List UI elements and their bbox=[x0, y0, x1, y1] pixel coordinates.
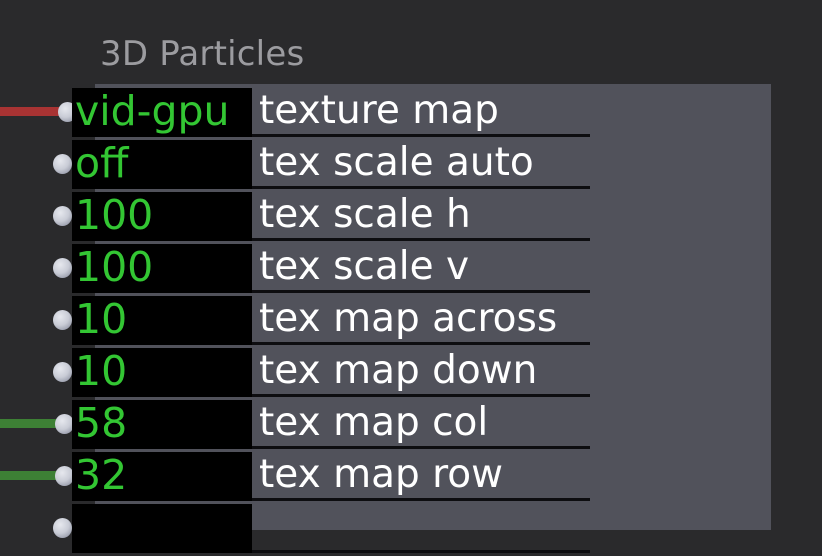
parameter-label-text: tex map down bbox=[259, 348, 538, 393]
value-field[interactable]: off bbox=[72, 140, 252, 189]
label-underline bbox=[252, 498, 590, 501]
parameter-row: 32 tex map row bbox=[0, 452, 822, 504]
label-underline bbox=[252, 394, 590, 397]
value-text: 58 bbox=[75, 400, 128, 447]
parameter-row: vid-gpu texture map bbox=[0, 88, 822, 140]
label-underline bbox=[252, 186, 590, 189]
parameter-row: off tex scale auto bbox=[0, 140, 822, 192]
parameter-label-text: texture map bbox=[259, 88, 499, 133]
slider-track[interactable] bbox=[0, 107, 62, 116]
value-field[interactable]: 58 bbox=[72, 400, 252, 449]
slider-knob[interactable] bbox=[53, 258, 72, 278]
value-text: 10 bbox=[75, 296, 128, 343]
value-field[interactable] bbox=[72, 504, 252, 553]
slider-knob[interactable] bbox=[53, 154, 72, 174]
value-text: 10 bbox=[75, 348, 128, 395]
parameter-label[interactable]: tex scale v bbox=[252, 244, 590, 293]
parameter-label[interactable]: tex scale auto bbox=[252, 140, 590, 189]
value-field[interactable]: 10 bbox=[72, 348, 252, 397]
parameter-row-list: vid-gpu texture map off tex scale auto 100 te… bbox=[0, 88, 822, 556]
label-underline bbox=[252, 134, 590, 137]
parameter-label[interactable]: texture map bbox=[252, 88, 590, 137]
parameter-row bbox=[0, 504, 822, 556]
parameter-label-text: tex map row bbox=[259, 452, 504, 497]
label-underline bbox=[252, 290, 590, 293]
value-field[interactable]: vid-gpu bbox=[72, 88, 252, 137]
slider-knob[interactable] bbox=[53, 206, 72, 226]
page-title: 3D Particles bbox=[100, 34, 305, 74]
slider-knob[interactable] bbox=[53, 518, 72, 538]
value-field[interactable]: 32 bbox=[72, 452, 252, 501]
parameter-label[interactable]: tex map across bbox=[252, 296, 590, 345]
parameter-row: 10 tex map across bbox=[0, 296, 822, 348]
value-field[interactable]: 10 bbox=[72, 296, 252, 345]
value-text: 100 bbox=[75, 192, 154, 239]
particles-parameter-panel: 3D Particles vid-gpu texture map off tex sc… bbox=[0, 0, 822, 553]
label-underline bbox=[252, 446, 590, 449]
slider-track[interactable] bbox=[0, 419, 58, 428]
value-field[interactable]: 100 bbox=[72, 192, 252, 241]
label-underline bbox=[252, 550, 590, 553]
slider-knob[interactable] bbox=[53, 310, 72, 330]
value-text: off bbox=[75, 140, 129, 187]
parameter-label[interactable] bbox=[252, 504, 590, 553]
label-underline bbox=[252, 342, 590, 345]
value-text: vid-gpu bbox=[75, 88, 230, 135]
parameter-row: 100 tex scale v bbox=[0, 244, 822, 296]
parameter-label-text: tex scale h bbox=[259, 192, 471, 237]
label-underline bbox=[252, 238, 590, 241]
parameter-label-text: tex map across bbox=[259, 296, 558, 341]
value-field[interactable]: 100 bbox=[72, 244, 252, 293]
slider-knob[interactable] bbox=[53, 362, 72, 382]
parameter-label-text: tex scale v bbox=[259, 244, 470, 289]
value-text: 32 bbox=[75, 452, 128, 499]
parameter-row: 10 tex map down bbox=[0, 348, 822, 400]
value-text: 100 bbox=[75, 244, 154, 291]
parameter-label[interactable]: tex map row bbox=[252, 452, 590, 501]
parameter-label[interactable]: tex scale h bbox=[252, 192, 590, 241]
parameter-row: 100 tex scale h bbox=[0, 192, 822, 244]
parameter-label[interactable]: tex map col bbox=[252, 400, 590, 449]
parameter-label-text: tex map col bbox=[259, 400, 489, 445]
parameter-label-text: tex scale auto bbox=[259, 140, 534, 185]
parameter-row: 58 tex map col bbox=[0, 400, 822, 452]
parameter-label[interactable]: tex map down bbox=[252, 348, 590, 397]
slider-track[interactable] bbox=[0, 471, 58, 480]
